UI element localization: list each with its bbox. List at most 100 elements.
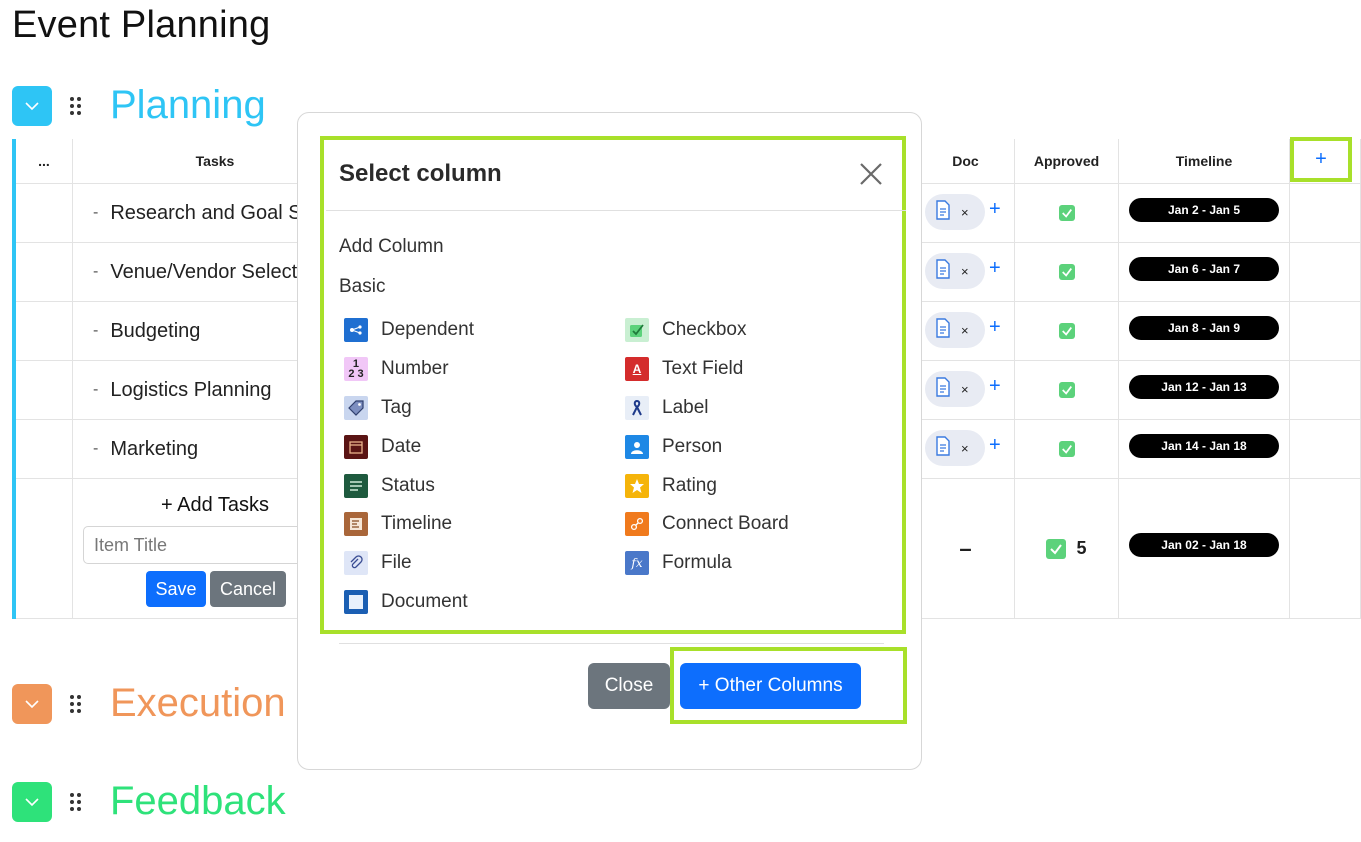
- cancel-button[interactable]: Cancel: [210, 571, 286, 607]
- column-option-label: Tag: [381, 397, 412, 418]
- empty-cell: [1290, 243, 1361, 302]
- approved-cell: [1015, 302, 1119, 361]
- column-header-timeline: Timeline: [1119, 139, 1290, 184]
- timeline-pill[interactable]: Jan 14 - Jan 18: [1129, 434, 1279, 458]
- close-icon[interactable]: [858, 161, 884, 187]
- column-option-status[interactable]: Status: [344, 474, 435, 498]
- drag-handle-icon[interactable]: [70, 96, 86, 115]
- timeline-cell: Jan 2 - Jan 5: [1119, 184, 1290, 243]
- column-option-label[interactable]: Label: [625, 396, 709, 420]
- add-doc-button[interactable]: +: [989, 375, 1001, 398]
- column-option-date[interactable]: Date: [344, 435, 421, 459]
- group-collapse-button-planning[interactable]: [12, 85, 52, 126]
- add-doc-button[interactable]: +: [989, 316, 1001, 339]
- empty-cell: [1290, 302, 1361, 361]
- document-icon: [935, 258, 951, 284]
- row-dash: -: [93, 204, 99, 221]
- drag-handle-icon[interactable]: [70, 792, 86, 811]
- column-menu-header[interactable]: ...: [16, 139, 73, 184]
- column-option-label: Timeline: [381, 513, 453, 534]
- remove-doc-button[interactable]: ×: [961, 382, 969, 397]
- task-name[interactable]: Marketing: [110, 438, 198, 461]
- save-button[interactable]: Save: [146, 571, 206, 607]
- modal-close-button[interactable]: Close: [588, 663, 670, 709]
- add-tasks-button[interactable]: + Add Tasks: [161, 494, 269, 517]
- approved-checkbox[interactable]: [1058, 382, 1075, 398]
- column-option-document[interactable]: Document: [344, 590, 468, 614]
- row-menu-cell[interactable]: [16, 420, 73, 479]
- doc-attachment[interactable]: ×: [925, 430, 985, 466]
- approved-cell: [1015, 243, 1119, 302]
- tag-icon: [344, 396, 368, 420]
- add-column-button[interactable]: +: [1290, 137, 1352, 182]
- doc-attachment[interactable]: ×: [925, 312, 985, 348]
- approved-checkbox[interactable]: [1058, 323, 1075, 339]
- column-option-dependent[interactable]: Dependent: [344, 318, 474, 342]
- timeline-pill[interactable]: Jan 8 - Jan 9: [1129, 316, 1279, 340]
- column-option-file[interactable]: File: [344, 551, 412, 575]
- add-doc-button[interactable]: +: [989, 198, 1001, 221]
- row-menu-cell[interactable]: [16, 243, 73, 302]
- column-option-label: File: [381, 552, 412, 573]
- timeline-summary-cell: Jan 02 - Jan 18: [1119, 479, 1290, 619]
- column-option-label: Date: [381, 436, 422, 457]
- column-option-number[interactable]: 12 3 Number: [344, 357, 449, 381]
- column-option-connect-board[interactable]: Connect Board: [625, 512, 789, 536]
- add-column-plus: +: [1315, 148, 1327, 170]
- person-icon: [625, 435, 649, 459]
- summary-empty-cell: [1290, 479, 1361, 619]
- document-icon: [344, 590, 368, 614]
- add-doc-button[interactable]: +: [989, 434, 1001, 457]
- document-icon: [935, 317, 951, 343]
- row-menu-cell[interactable]: [16, 361, 73, 420]
- doc-attachment[interactable]: ×: [925, 253, 985, 289]
- timeline-summary-pill: Jan 02 - Jan 18: [1129, 533, 1279, 557]
- column-option-rating[interactable]: Rating: [625, 474, 717, 498]
- connect-board-icon: [625, 512, 649, 536]
- doc-attachment[interactable]: ×: [925, 371, 985, 407]
- timeline-pill[interactable]: Jan 6 - Jan 7: [1129, 257, 1279, 281]
- empty-cell: [1290, 361, 1361, 420]
- row-menu-cell[interactable]: [16, 184, 73, 243]
- column-option-label: Dependent: [381, 319, 474, 340]
- task-name[interactable]: Logistics Planning: [110, 379, 271, 402]
- approved-checkbox[interactable]: [1058, 205, 1075, 221]
- modal-footer-divider: [339, 643, 884, 644]
- rating-icon: [625, 474, 649, 498]
- modal-header-divider: [326, 210, 906, 211]
- column-option-tag[interactable]: Tag: [344, 396, 412, 420]
- group-collapse-button-feedback[interactable]: [12, 781, 52, 822]
- row-dash: -: [93, 322, 99, 339]
- column-option-formula[interactable]: fx Formula: [625, 551, 732, 575]
- timeline-pill[interactable]: Jan 2 - Jan 5: [1129, 198, 1279, 222]
- column-option-label: Number: [381, 358, 449, 379]
- timeline-pill[interactable]: Jan 12 - Jan 13: [1129, 375, 1279, 399]
- group-name-execution: Execution: [110, 681, 286, 725]
- row-menu-cell[interactable]: [16, 302, 73, 361]
- document-icon: [935, 435, 951, 461]
- timeline-cell: Jan 14 - Jan 18: [1119, 420, 1290, 479]
- drag-handle-icon[interactable]: [70, 694, 86, 713]
- task-name[interactable]: Venue/Vendor Selection: [110, 261, 324, 284]
- remove-doc-button[interactable]: ×: [961, 205, 969, 220]
- doc-attachment[interactable]: ×: [925, 194, 985, 230]
- approved-cell: [1015, 420, 1119, 479]
- column-option-label: Connect Board: [662, 513, 789, 534]
- group-name-feedback: Feedback: [110, 779, 286, 823]
- group-collapse-button-execution[interactable]: [12, 683, 52, 724]
- column-option-text-field[interactable]: A Text Field: [625, 357, 743, 381]
- label-icon: [625, 396, 649, 420]
- add-doc-button[interactable]: +: [989, 257, 1001, 280]
- column-option-label: Rating: [662, 475, 717, 496]
- approved-checkbox[interactable]: [1058, 441, 1075, 457]
- column-option-checkbox[interactable]: Checkbox: [625, 318, 747, 342]
- column-header-approved: Approved: [1015, 139, 1119, 184]
- remove-doc-button[interactable]: ×: [961, 264, 969, 279]
- column-option-timeline[interactable]: Timeline: [344, 512, 452, 536]
- remove-doc-button[interactable]: ×: [961, 441, 969, 456]
- column-option-person[interactable]: Person: [625, 435, 722, 459]
- task-name[interactable]: Budgeting: [110, 320, 200, 343]
- remove-doc-button[interactable]: ×: [961, 323, 969, 338]
- page-title: Event Planning: [12, 4, 271, 46]
- approved-checkbox[interactable]: [1058, 264, 1075, 280]
